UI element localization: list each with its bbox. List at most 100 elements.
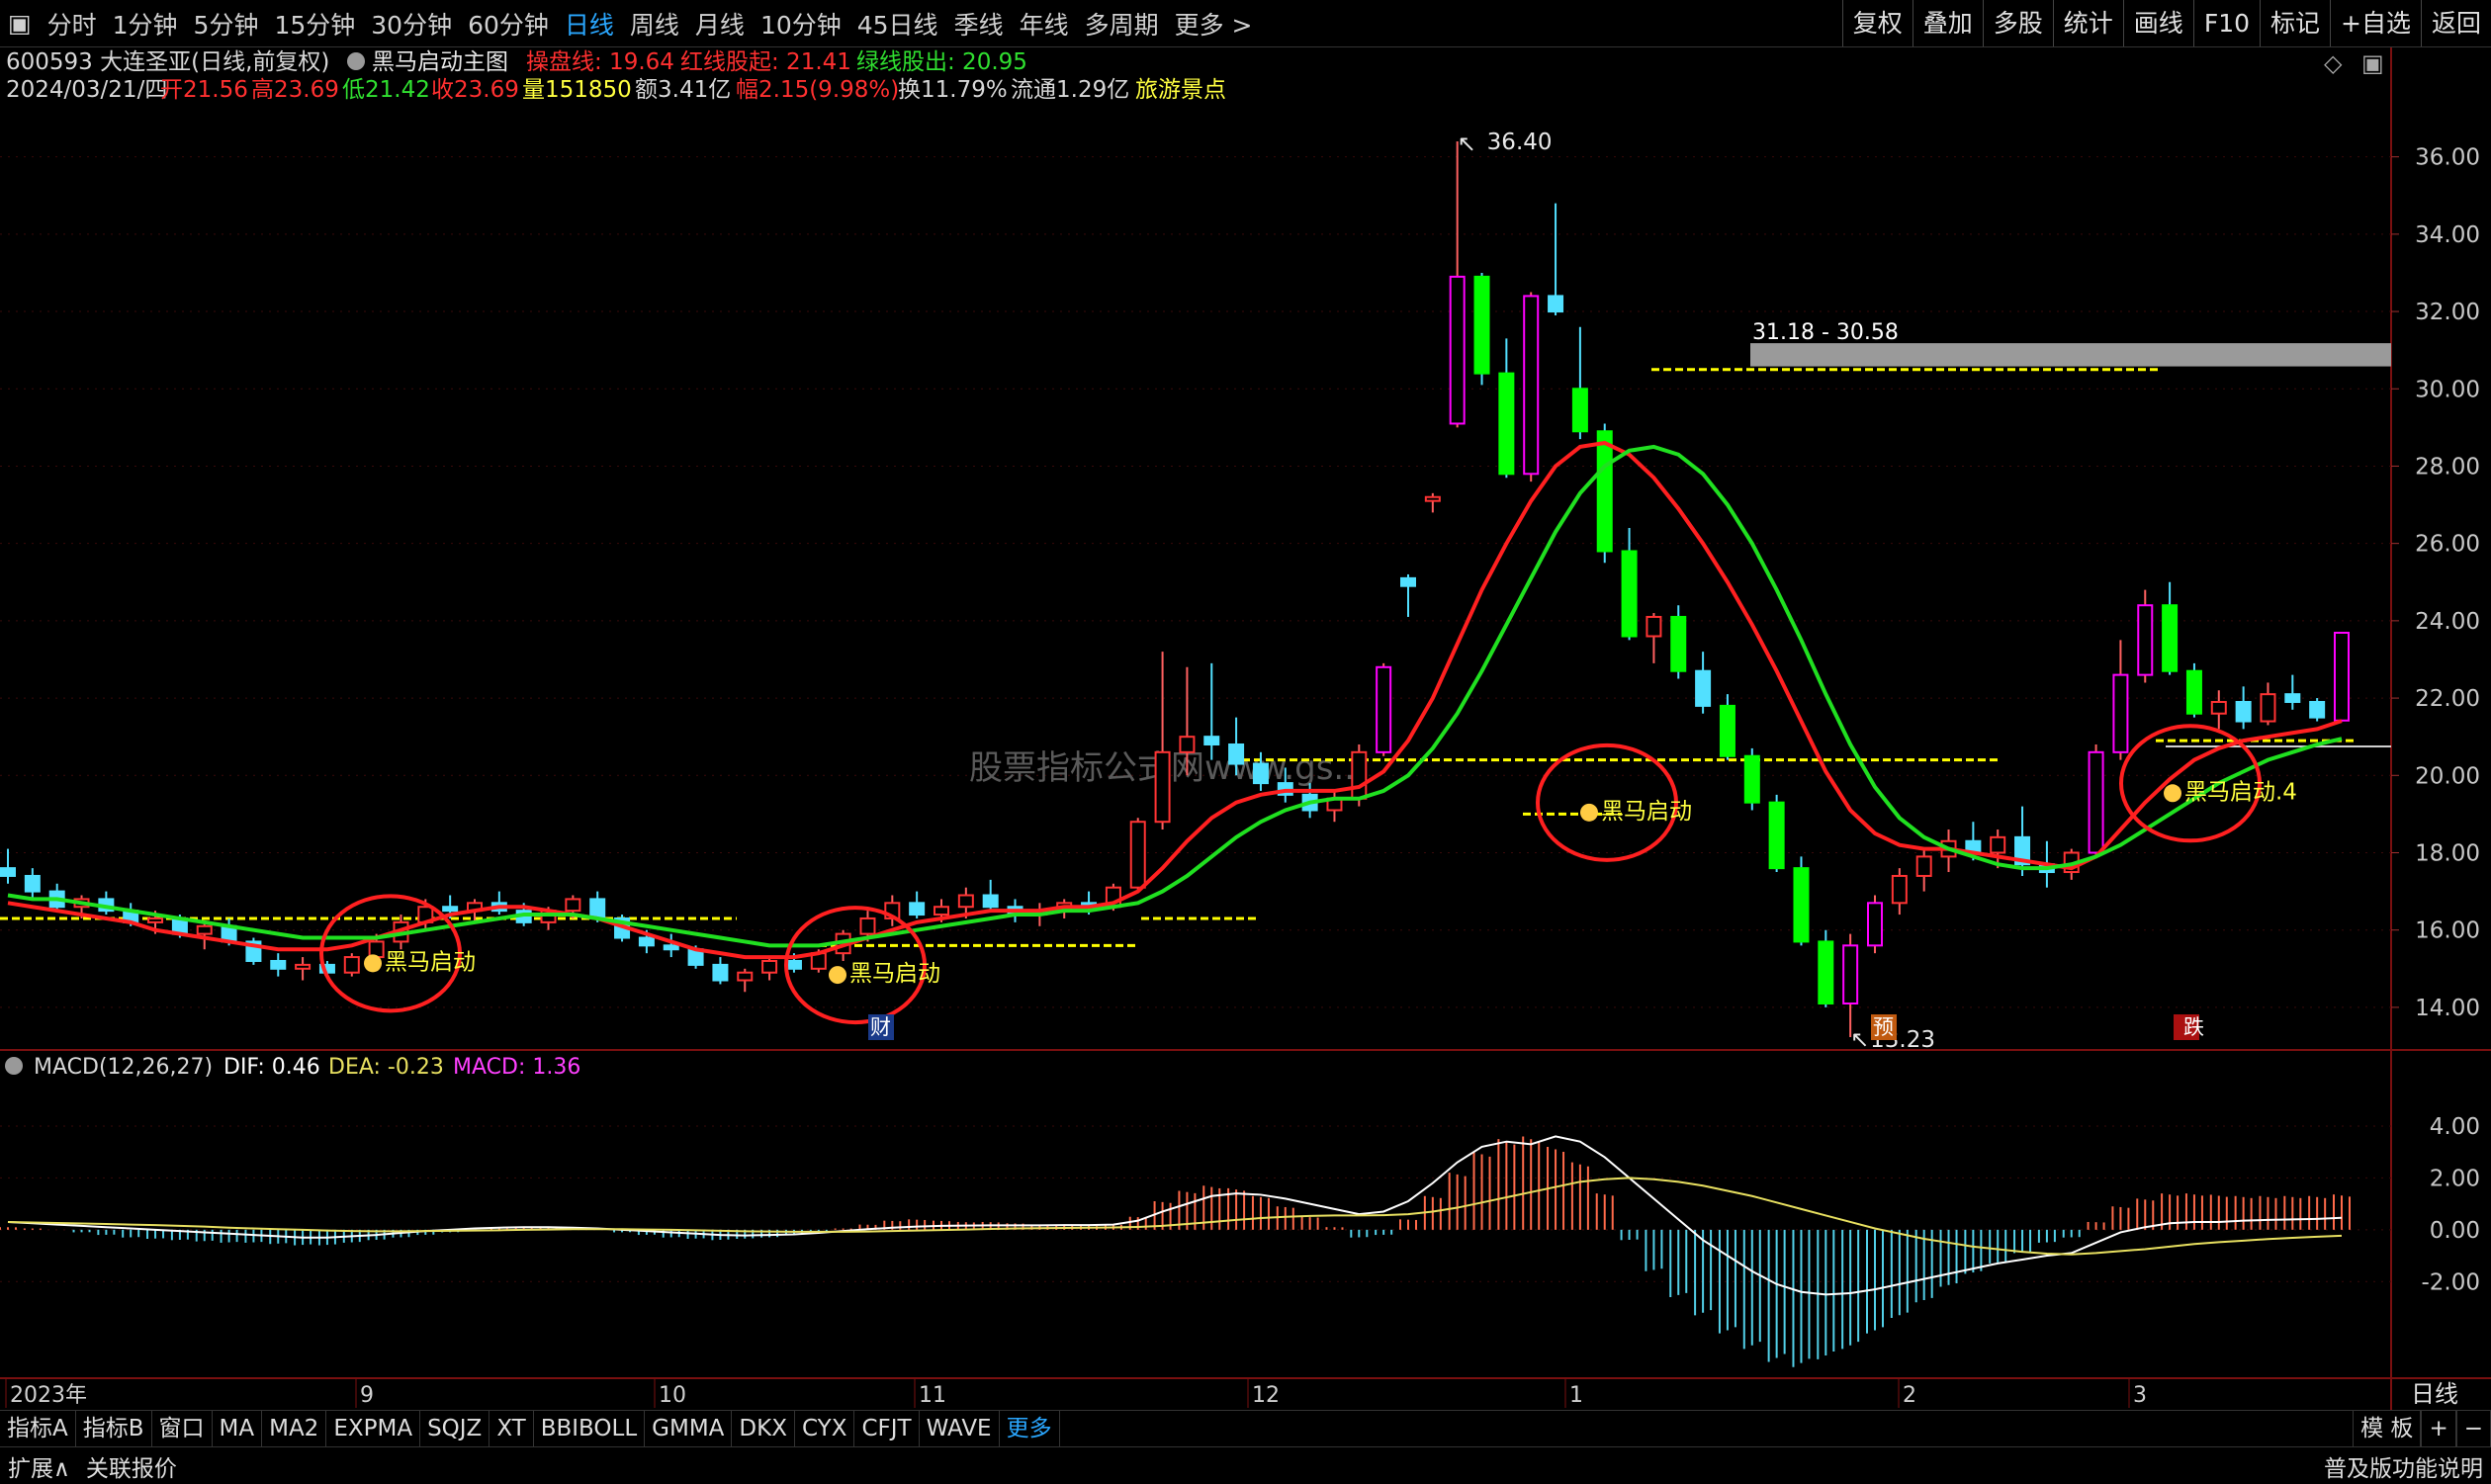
period-8[interactable]: 月线: [687, 6, 753, 42]
candle-body: [147, 917, 164, 923]
candle-body: [785, 959, 802, 970]
candle-body: [270, 959, 287, 970]
period-10[interactable]: 45日线: [849, 6, 946, 42]
tool-0[interactable]: 复权: [1841, 0, 1913, 46]
x-label: 2023年: [10, 1383, 87, 1408]
edition-info[interactable]: 普及版功能说明: [2316, 1449, 2491, 1483]
candle-body: [909, 902, 926, 917]
tool-4[interactable]: 画线: [2122, 0, 2193, 46]
signal-label: 黑马启动.4: [2184, 779, 2297, 805]
tool-8[interactable]: 返回: [2420, 0, 2491, 46]
indicator-tab-3[interactable]: MA: [213, 1410, 263, 1446]
period-7[interactable]: 周线: [622, 6, 687, 42]
tool-6[interactable]: 标记: [2260, 0, 2330, 46]
template-btn-2[interactable]: −: [2455, 1410, 2491, 1446]
candle-body: [2210, 700, 2227, 715]
period-2[interactable]: 5分钟: [186, 6, 267, 42]
menu-icon[interactable]: ▣: [0, 9, 40, 38]
indicator-tab-1[interactable]: 指标B: [76, 1410, 152, 1446]
template-btn-1[interactable]: +: [2421, 1410, 2456, 1446]
candle-body: [1129, 821, 1146, 889]
candle-body: [1990, 835, 2006, 854]
x-label: 10: [659, 1383, 686, 1408]
period-13[interactable]: 多周期: [1077, 6, 1167, 42]
indicator-tab-10[interactable]: DKX: [732, 1410, 795, 1446]
candle-body: [737, 971, 754, 982]
period-14[interactable]: 更多 >: [1167, 6, 1261, 42]
period-12[interactable]: 年线: [1012, 6, 1077, 42]
price-tick-label: 28.00: [2415, 454, 2480, 480]
candle-body: [982, 894, 999, 909]
indicator-tab-6[interactable]: SQJZ: [420, 1410, 490, 1446]
candle-body: [1915, 855, 1932, 877]
quote-field-2: 高23.69: [251, 77, 339, 103]
signal-label: 黑马启动: [849, 961, 940, 987]
macd-macd: MACD: 1.36: [453, 1055, 580, 1080]
tool-1[interactable]: 叠加: [1912, 0, 1983, 46]
candle-body: [2260, 693, 2276, 723]
period-4[interactable]: 30分钟: [363, 6, 460, 42]
period-6[interactable]: 日线: [557, 6, 622, 42]
template-btn-0[interactable]: 模 板: [2353, 1410, 2422, 1446]
quote-field-9: 流通1.29亿: [1011, 77, 1129, 103]
tool-7[interactable]: +自选: [2330, 0, 2421, 46]
x-label: 3: [2133, 1383, 2147, 1408]
candle-body: [638, 936, 655, 947]
candle-body: [2284, 693, 2301, 703]
x-label: 9: [360, 1383, 374, 1408]
macd-toggle-icon: [5, 1057, 23, 1075]
macd-tick-label: 0.00: [2430, 1218, 2480, 1244]
indicator-tab-7[interactable]: XT: [489, 1410, 534, 1446]
period-label: 日线: [2411, 1380, 2458, 1408]
candle-body: [1743, 754, 1760, 804]
candle-body: [1376, 665, 1392, 753]
indicator-tab-0[interactable]: 指标A: [0, 1410, 76, 1446]
candle-body: [295, 963, 311, 970]
indicator-tab-11[interactable]: CYX: [795, 1410, 855, 1446]
candle-body: [2162, 604, 2179, 672]
period-11[interactable]: 季线: [946, 6, 1012, 42]
period-5[interactable]: 60分钟: [460, 6, 557, 42]
signal-label: 黑马启动: [385, 949, 476, 975]
candle-body: [565, 898, 581, 913]
candle-body: [1891, 874, 1908, 905]
candle-body: [1596, 430, 1613, 553]
candle-body: [343, 956, 360, 974]
indicator-tab-4[interactable]: MA2: [262, 1410, 327, 1446]
indicator-tab-14[interactable]: 更多: [1000, 1410, 1060, 1446]
candle-body: [712, 963, 729, 982]
candle-body: [2137, 604, 2154, 676]
indicator-tab-9[interactable]: GMMA: [645, 1410, 733, 1446]
related-quote-button[interactable]: 关联报价: [78, 1449, 185, 1483]
price-tick-label: 16.00: [2415, 918, 2480, 944]
quote-field-0: 2024/03/21/四: [6, 77, 167, 103]
indicator-tab-2[interactable]: 窗口: [152, 1410, 213, 1446]
indicator-tab-12[interactable]: CFJT: [854, 1410, 920, 1446]
candle-body: [2309, 700, 2326, 719]
low-arrow: ↖: [1850, 1027, 1869, 1053]
red-line-value: 红线股起: 21.41: [680, 49, 851, 75]
diamond-icon: ◇: [2324, 49, 2343, 77]
period-1[interactable]: 1分钟: [105, 6, 186, 42]
candle-body: [1154, 750, 1171, 824]
period-3[interactable]: 15分钟: [266, 6, 363, 42]
candle-body: [2334, 631, 2350, 722]
candle-body: [0, 867, 16, 877]
period-0[interactable]: 分时: [40, 6, 105, 42]
dea-line: [7, 1177, 2343, 1256]
indicator-tab-5[interactable]: EXPMA: [326, 1410, 421, 1446]
indicator-tab-8[interactable]: BBIBOLL: [534, 1410, 646, 1446]
candle-body: [1768, 801, 1785, 870]
price-tick-label: 30.00: [2415, 377, 2480, 402]
expand-button[interactable]: 扩展∧: [0, 1449, 78, 1483]
cpx-value: 操盘线: 19.64: [526, 49, 674, 75]
tool-3[interactable]: 统计: [2052, 0, 2123, 46]
period-9[interactable]: 10分钟: [753, 6, 849, 42]
price-tick-label: 24.00: [2415, 609, 2480, 635]
candle-body: [1548, 295, 1564, 313]
indicator-tab-13[interactable]: WAVE: [920, 1410, 1000, 1446]
tool-5[interactable]: F10: [2192, 0, 2260, 46]
candle-body: [761, 959, 778, 974]
tool-2[interactable]: 多股: [1982, 0, 2053, 46]
chart-area[interactable]: 36.0034.0032.0030.0028.0026.0024.0022.00…: [0, 47, 2491, 1410]
